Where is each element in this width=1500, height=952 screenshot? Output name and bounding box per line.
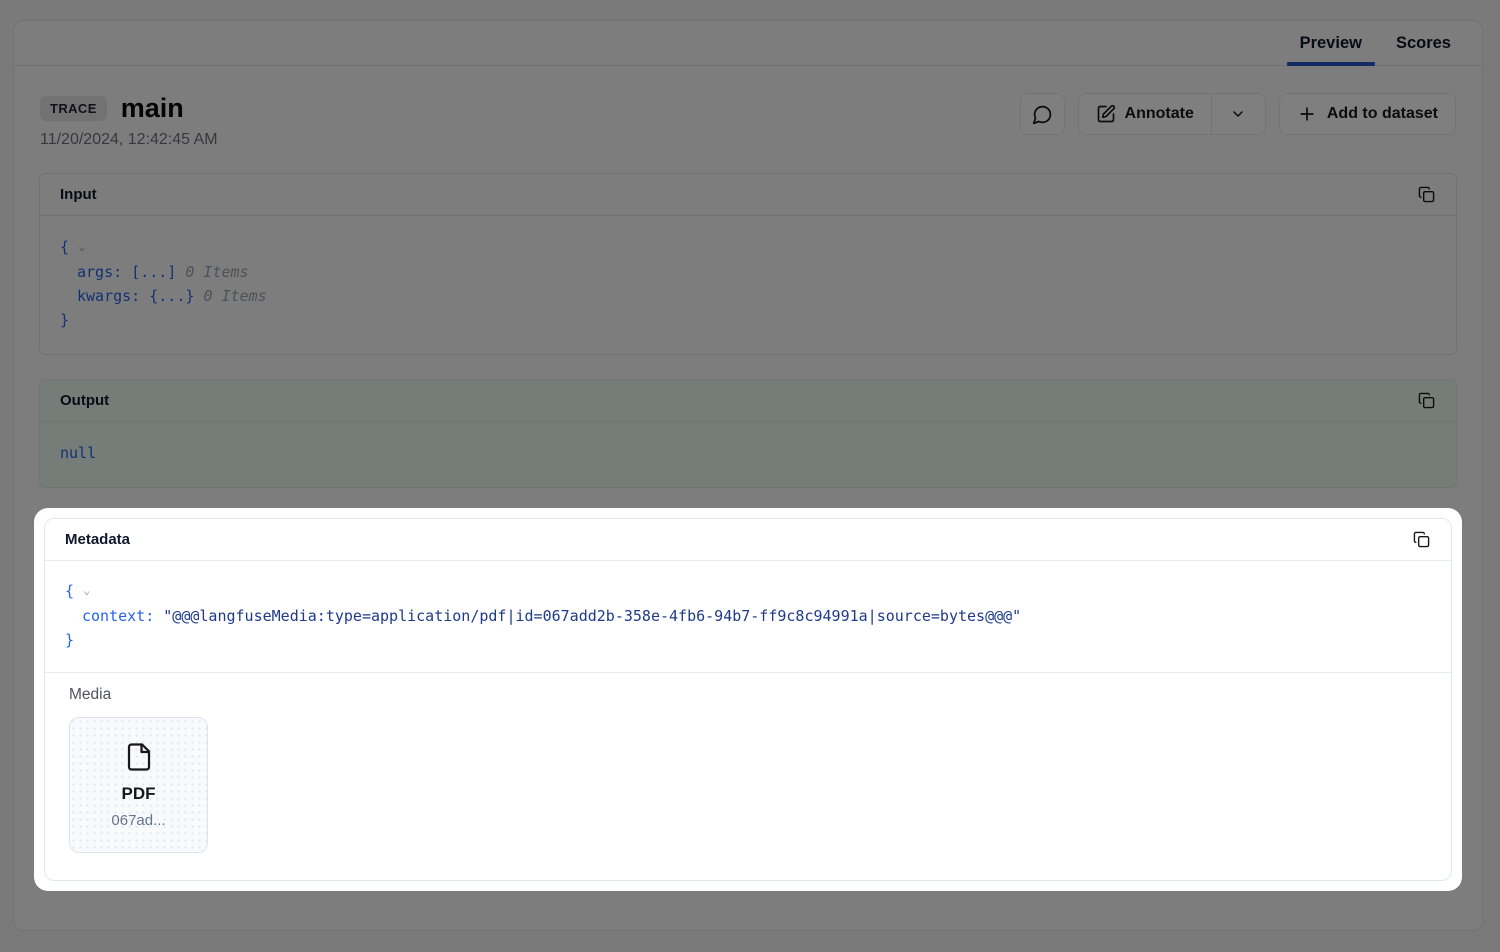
json-value: {...} [149, 287, 194, 305]
collapse-chevron-icon[interactable]: ⌄ [83, 578, 90, 602]
copy-icon [1413, 531, 1430, 548]
json-close-brace: } [60, 311, 69, 329]
media-file-id: 067ad... [111, 812, 165, 829]
comment-button[interactable] [1020, 93, 1065, 135]
output-panel-title: Output [60, 392, 109, 409]
media-file-type: PDF [122, 784, 156, 804]
trace-type-badge: TRACE [40, 96, 107, 121]
json-item-count: 0 Items [203, 287, 266, 305]
tab-scores[interactable]: Scores [1383, 21, 1464, 65]
add-to-dataset-button[interactable]: Add to dataset [1279, 93, 1456, 135]
output-null-value: null [60, 444, 96, 462]
trace-title: main [121, 93, 184, 124]
edit-pen-icon [1096, 104, 1116, 124]
json-open-brace: { [65, 582, 74, 600]
input-panel: Input { ⌄ args: [...] 0 Items kwargs: {...… [39, 173, 1457, 355]
metadata-copy-button[interactable] [1411, 529, 1432, 550]
metadata-spotlight: Metadata { ⌄ context: "@@@langfuseMedia:t… [34, 508, 1462, 891]
input-json-viewer: { ⌄ args: [...] 0 Items kwargs: {...} 0 It… [40, 216, 1456, 354]
preview-scores-tab-bar: Preview Scores [14, 21, 1482, 66]
media-section: Media PDF 067ad... [45, 672, 1451, 880]
metadata-panel-header: Metadata [45, 519, 1451, 561]
json-open-brace: { [60, 238, 69, 256]
json-key: kwargs: [77, 287, 140, 305]
annotate-button[interactable]: Annotate [1079, 94, 1211, 134]
annotate-dropdown-button[interactable] [1212, 94, 1265, 134]
trace-timestamp: 11/20/2024, 12:42:45 AM [40, 131, 218, 149]
json-close-brace: } [65, 631, 74, 649]
metadata-json-viewer: { ⌄ context: "@@@langfuseMedia:type=appli… [45, 561, 1451, 672]
trace-header: TRACE main 11/20/2024, 12:42:45 AM Annot… [14, 66, 1482, 149]
file-icon [124, 742, 154, 772]
output-copy-button[interactable] [1416, 390, 1437, 411]
collapse-chevron-icon[interactable]: ⌄ [78, 234, 85, 258]
tab-preview-label: Preview [1300, 34, 1362, 53]
output-panel: Output null [39, 379, 1457, 488]
input-panel-header: Input [40, 174, 1456, 216]
add-to-dataset-label: Add to dataset [1327, 105, 1438, 123]
input-panel-title: Input [60, 186, 97, 203]
json-key-context: context: [82, 607, 154, 625]
tab-preview[interactable]: Preview [1287, 21, 1375, 65]
metadata-panel: Metadata { ⌄ context: "@@@langfuseMedia:t… [44, 518, 1452, 881]
output-panel-header: Output [40, 380, 1456, 422]
comment-icon [1032, 104, 1053, 125]
copy-icon [1418, 186, 1435, 203]
plus-icon [1297, 104, 1317, 124]
pdf-media-card[interactable]: PDF 067ad... [69, 717, 208, 853]
metadata-panel-title: Metadata [65, 531, 130, 548]
active-tab-underline [1287, 62, 1375, 66]
media-section-label: Media [69, 686, 1427, 704]
json-value: [...] [131, 263, 176, 281]
tab-scores-label: Scores [1396, 34, 1451, 53]
chevron-down-icon [1230, 106, 1246, 122]
json-key: args: [77, 263, 122, 281]
header-actions: Annotate Add to dataset [1020, 93, 1456, 135]
input-copy-button[interactable] [1416, 184, 1437, 205]
annotate-split-button: Annotate [1078, 93, 1266, 135]
output-json-viewer: null [40, 422, 1456, 487]
trace-detail-container: Preview Scores TRACE main 11/20/2024, 12… [13, 20, 1483, 931]
json-item-count: 0 Items [185, 263, 248, 281]
annotate-button-label: Annotate [1125, 105, 1194, 123]
json-context-value: "@@@langfuseMedia:type=application/pdf|i… [163, 607, 1021, 625]
copy-icon [1418, 392, 1435, 409]
